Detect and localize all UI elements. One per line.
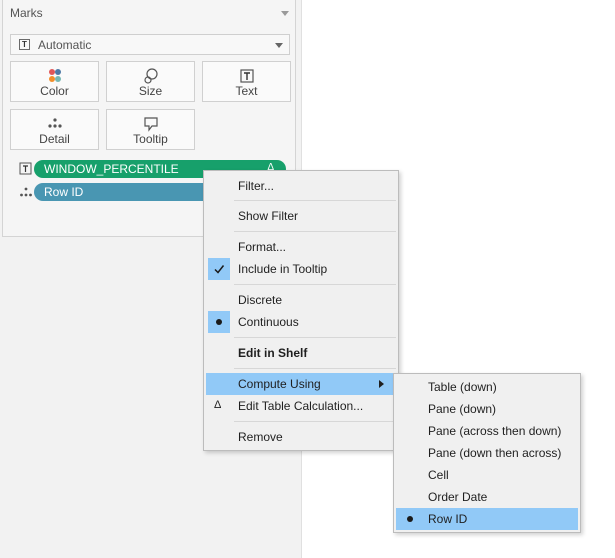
submenu-item-pane-across-then-down[interactable]: Pane (across then down) [396, 420, 578, 442]
detail-dots-icon [20, 187, 32, 197]
chevron-right-icon [379, 380, 384, 388]
marks-menu-caret-icon[interactable] [281, 11, 289, 16]
color-button-label: Color [40, 84, 69, 98]
menu-item-label: Include in Tooltip [238, 262, 328, 276]
detail-button-label: Detail [39, 132, 70, 146]
size-circles-icon [143, 68, 158, 84]
menu-item-filter[interactable]: Filter... [206, 175, 396, 197]
submenu-item-label: Cell [428, 468, 449, 482]
tooltip-button[interactable]: Tooltip [106, 109, 195, 150]
submenu-item-cell[interactable]: Cell [396, 464, 578, 486]
mark-type-value: Automatic [38, 37, 92, 52]
menu-item-format[interactable]: Format... [206, 236, 396, 258]
tooltip-button-label: Tooltip [133, 132, 168, 146]
submenu-item-order-date[interactable]: Order Date [396, 486, 578, 508]
text-box-icon [19, 162, 32, 175]
checkmark-icon [208, 258, 230, 280]
menu-item-continuous[interactable]: Continuous [206, 311, 396, 333]
menu-item-label: Edit in Shelf [238, 346, 308, 360]
marks-title: Marks [10, 6, 43, 20]
menu-separator [234, 284, 396, 285]
pill-label: WINDOW_PERCENTILE [44, 162, 179, 176]
submenu-item-label: Pane (down then across) [428, 446, 562, 460]
menu-item-discrete[interactable]: Discrete [206, 289, 396, 311]
radio-bullet-icon [407, 516, 413, 522]
submenu-item-label: Pane (across then down) [428, 424, 562, 438]
menu-item-edit-in-shelf[interactable]: Edit in Shelf [206, 342, 396, 364]
chevron-down-icon [275, 43, 283, 48]
menu-item-label: Continuous [238, 315, 299, 329]
submenu-item-label: Pane (down) [428, 402, 497, 416]
mark-type-select[interactable]: T Automatic [10, 34, 290, 55]
menu-separator [234, 337, 396, 338]
menu-separator [234, 231, 396, 232]
tooltip-bubble-icon [143, 117, 158, 132]
delta-icon: Δ [214, 399, 222, 411]
menu-item-label: Edit Table Calculation... [238, 399, 364, 413]
menu-item-compute-using[interactable]: Compute Using [206, 373, 396, 395]
size-button[interactable]: Size [106, 61, 195, 102]
menu-item-label: Compute Using [238, 377, 321, 391]
submenu-item-row-id[interactable]: Row ID [396, 508, 578, 530]
menu-item-label: Discrete [238, 293, 283, 307]
radio-bullet-icon [208, 311, 230, 333]
menu-item-edit-table-calculation[interactable]: Δ Edit Table Calculation... [206, 395, 396, 417]
menu-separator [234, 368, 396, 369]
pill-context-menu: Filter... Show Filter Format... Include … [203, 170, 399, 451]
menu-item-label: Filter... [238, 179, 275, 193]
submenu-item-label: Row ID [428, 512, 468, 526]
compute-using-submenu: Table (down) Pane (down) Pane (across th… [393, 373, 581, 533]
submenu-item-table-down[interactable]: Table (down) [396, 376, 578, 398]
detail-dots-icon [47, 118, 62, 128]
text-mark-icon: T [19, 39, 30, 50]
detail-button[interactable]: Detail [10, 109, 99, 150]
row-id-pill[interactable]: Row ID [34, 183, 214, 201]
menu-separator [234, 421, 396, 422]
menu-item-label: Remove [238, 430, 283, 444]
text-button[interactable]: Text [202, 61, 291, 102]
menu-item-label: Show Filter [238, 209, 299, 223]
submenu-item-label: Order Date [428, 490, 488, 504]
size-button-label: Size [138, 84, 163, 98]
text-box-icon [239, 69, 254, 83]
submenu-item-label: Table (down) [428, 380, 497, 394]
submenu-item-pane-down[interactable]: Pane (down) [396, 398, 578, 420]
menu-item-remove[interactable]: Remove [206, 426, 396, 448]
menu-item-include-in-tooltip[interactable]: Include in Tooltip [206, 258, 396, 280]
menu-item-label: Format... [238, 240, 287, 254]
pill-label: Row ID [44, 185, 84, 199]
color-dots-icon [48, 69, 61, 82]
color-button[interactable]: Color [10, 61, 99, 102]
text-button-label: Text [235, 84, 258, 98]
menu-item-show-filter[interactable]: Show Filter [206, 205, 396, 227]
menu-separator [234, 200, 396, 201]
submenu-item-pane-down-then-across[interactable]: Pane (down then across) [396, 442, 578, 464]
